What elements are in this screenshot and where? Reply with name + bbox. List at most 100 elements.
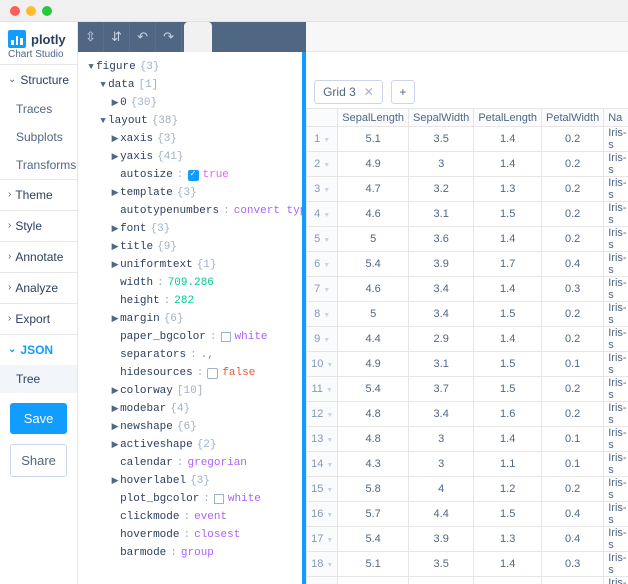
tree-row[interactable]: ▶margin{6} xyxy=(82,310,298,328)
column-header[interactable]: PetalWidth xyxy=(542,109,604,127)
nav-structure[interactable]: ⌄Structure xyxy=(0,65,77,95)
sidebar: plotly Chart Studio ⌄Structure Traces Su… xyxy=(0,22,78,584)
tree-tab[interactable] xyxy=(184,22,212,52)
tree-row[interactable]: ▼layout{38} xyxy=(82,112,298,130)
nav-export[interactable]: ›Export xyxy=(0,304,77,334)
close-icon[interactable] xyxy=(10,6,20,16)
tree-row[interactable]: ▶colorway[10] xyxy=(82,382,298,400)
nav-subplots[interactable]: Subplots xyxy=(0,123,77,151)
tree-row[interactable]: ▼data[1] xyxy=(82,76,298,94)
table-row[interactable]: 8▼53.41.50.2Iris-s xyxy=(307,302,628,327)
nav-style[interactable]: ›Style xyxy=(0,211,77,241)
tree-row[interactable]: ▶hoverlabel{3} xyxy=(82,472,298,490)
tree-row[interactable]: ▶xaxis{3} xyxy=(82,130,298,148)
grid-tab[interactable]: Grid 3 ✕ xyxy=(314,80,383,104)
table-row[interactable]: 6▼5.43.91.70.4Iris-s xyxy=(307,252,628,277)
nav-json-tree[interactable]: Tree xyxy=(0,365,77,393)
row-number[interactable]: 17▼ xyxy=(307,527,338,552)
row-number[interactable]: 14▼ xyxy=(307,452,338,477)
row-number[interactable]: 12▼ xyxy=(307,402,338,427)
row-number[interactable]: 16▼ xyxy=(307,502,338,527)
json-tree[interactable]: ▼figure{3}▼data[1]▶0{30}▼layout{38}▶xaxi… xyxy=(78,52,306,584)
table-row[interactable]: 19▼5.73.81.70.3Iris-s xyxy=(307,577,628,584)
table-row[interactable]: 3▼4.73.21.30.2Iris-s xyxy=(307,177,628,202)
tree-row[interactable]: ▼figure{3} xyxy=(82,58,298,76)
row-number[interactable]: 2▼ xyxy=(307,152,338,177)
tree-row[interactable]: ▶modebar{4} xyxy=(82,400,298,418)
row-number[interactable]: 6▼ xyxy=(307,252,338,277)
table-row[interactable]: 2▼4.931.40.2Iris-s xyxy=(307,152,628,177)
nav-traces[interactable]: Traces xyxy=(0,95,77,123)
close-icon[interactable]: ✕ xyxy=(364,85,374,99)
column-header[interactable]: Na xyxy=(604,109,628,127)
column-header[interactable]: SepalWidth xyxy=(409,109,474,127)
nav-analyze[interactable]: ›Analyze xyxy=(0,273,77,303)
tree-row[interactable]: hovermode:closest xyxy=(82,526,298,544)
row-number[interactable]: 4▼ xyxy=(307,202,338,227)
tree-row[interactable]: height:282 xyxy=(82,292,298,310)
tree-row[interactable]: ▶activeshape{2} xyxy=(82,436,298,454)
tree-row[interactable]: ▶0{30} xyxy=(82,94,298,112)
table-row[interactable]: 7▼4.63.41.40.3Iris-s xyxy=(307,277,628,302)
table-row[interactable]: 14▼4.331.10.1Iris-s xyxy=(307,452,628,477)
save-button[interactable]: Save xyxy=(10,403,67,434)
nav-theme[interactable]: ›Theme xyxy=(0,180,77,210)
tree-row[interactable]: hidesources:false xyxy=(82,364,298,382)
tree-row[interactable]: calendar:gregorian xyxy=(82,454,298,472)
nav-annotate[interactable]: ›Annotate xyxy=(0,242,77,272)
table-row[interactable]: 15▼5.841.20.2Iris-s xyxy=(307,477,628,502)
row-number[interactable]: 19▼ xyxy=(307,577,338,584)
row-number[interactable]: 7▼ xyxy=(307,277,338,302)
data-grid[interactable]: SepalLengthSepalWidthPetalLengthPetalWid… xyxy=(306,108,628,584)
share-button[interactable]: Share xyxy=(10,444,67,477)
tree-row[interactable]: autosize:✓true xyxy=(82,166,298,184)
tree-row[interactable]: clickmode:event xyxy=(82,508,298,526)
nav-transforms[interactable]: Transforms xyxy=(0,151,77,179)
column-header[interactable]: PetalLength xyxy=(474,109,542,127)
table-row[interactable]: 11▼5.43.71.50.2Iris-s xyxy=(307,377,628,402)
tree-row[interactable]: autotypenumbers:convert types xyxy=(82,202,298,220)
tree-row[interactable]: plot_bgcolor:white xyxy=(82,490,298,508)
table-row[interactable]: 13▼4.831.40.1Iris-s xyxy=(307,427,628,452)
row-number[interactable]: 18▼ xyxy=(307,552,338,577)
tree-row[interactable]: ▶uniformtext{1} xyxy=(82,256,298,274)
add-grid-button[interactable]: + xyxy=(391,80,415,104)
tree-row[interactable]: ▶font{3} xyxy=(82,220,298,238)
tree-row[interactable]: ▶template{3} xyxy=(82,184,298,202)
table-row[interactable]: 9▼4.42.91.40.2Iris-s xyxy=(307,327,628,352)
grid-panel: Grid 3 ✕ + SepalLengthSepalWidthPetalLen… xyxy=(306,22,628,584)
table-row[interactable]: 1▼5.13.51.40.2Iris-s xyxy=(307,127,628,152)
nav-json[interactable]: ⌄JSON xyxy=(0,335,77,365)
maximize-icon[interactable] xyxy=(42,6,52,16)
table-row[interactable]: 4▼4.63.11.50.2Iris-s xyxy=(307,202,628,227)
row-number[interactable]: 8▼ xyxy=(307,302,338,327)
table-row[interactable]: 17▼5.43.91.30.4Iris-s xyxy=(307,527,628,552)
row-number[interactable]: 11▼ xyxy=(307,377,338,402)
tree-row[interactable]: separators:., xyxy=(82,346,298,364)
table-row[interactable]: 5▼53.61.40.2Iris-s xyxy=(307,227,628,252)
row-number[interactable]: 10▼ xyxy=(307,352,338,377)
tree-row[interactable]: ▶newshape{6} xyxy=(82,418,298,436)
minimize-icon[interactable] xyxy=(26,6,36,16)
row-number[interactable]: 3▼ xyxy=(307,177,338,202)
table-row[interactable]: 12▼4.83.41.60.2Iris-s xyxy=(307,402,628,427)
row-number[interactable]: 15▼ xyxy=(307,477,338,502)
redo-icon[interactable]: ↷ xyxy=(156,22,182,52)
tree-row[interactable]: width:709.286 xyxy=(82,274,298,292)
tree-row[interactable]: barmode:group xyxy=(82,544,298,562)
tree-row[interactable]: paper_bgcolor:white xyxy=(82,328,298,346)
table-row[interactable]: 10▼4.93.11.50.1Iris-s xyxy=(307,352,628,377)
row-number[interactable]: 5▼ xyxy=(307,227,338,252)
table-row[interactable]: 18▼5.13.51.40.3Iris-s xyxy=(307,552,628,577)
row-number[interactable]: 13▼ xyxy=(307,427,338,452)
collapse-icon[interactable]: ⇳ xyxy=(78,22,104,52)
table-row[interactable]: 16▼5.74.41.50.4Iris-s xyxy=(307,502,628,527)
undo-icon[interactable]: ↶ xyxy=(130,22,156,52)
row-number[interactable]: 9▼ xyxy=(307,327,338,352)
row-number[interactable]: 1▼ xyxy=(307,127,338,152)
column-header[interactable]: SepalLength xyxy=(338,109,409,127)
tree-row[interactable]: ▶title{9} xyxy=(82,238,298,256)
tree-row[interactable]: ▶yaxis{41} xyxy=(82,148,298,166)
brand-subtitle: Chart Studio xyxy=(8,49,69,60)
expand-icon[interactable]: ⇵ xyxy=(104,22,130,52)
